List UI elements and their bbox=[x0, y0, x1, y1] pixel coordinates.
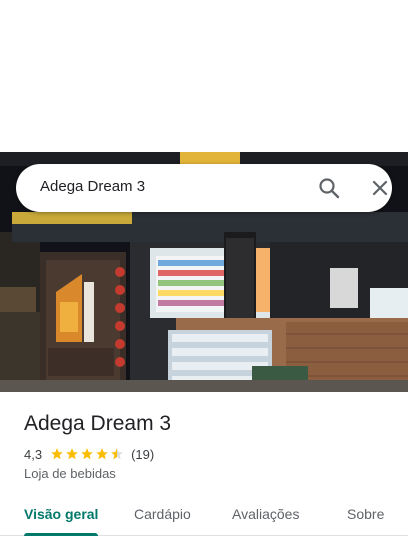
search-icon[interactable] bbox=[318, 177, 340, 199]
map-blank-area bbox=[0, 0, 408, 152]
star-icon bbox=[81, 448, 93, 460]
place-category: Loja de bebidas bbox=[24, 466, 116, 481]
close-icon[interactable] bbox=[370, 178, 390, 198]
tab-bar: Visão geral Cardápio Avaliações Sobre bbox=[0, 498, 408, 536]
search-input[interactable]: Adega Dream 3 bbox=[40, 178, 145, 195]
star-half-icon bbox=[111, 448, 123, 460]
star-icon bbox=[96, 448, 108, 460]
star-icon bbox=[51, 448, 63, 460]
rating-row[interactable]: 4,3 (19) bbox=[24, 445, 154, 463]
place-title: Adega Dream 3 bbox=[24, 412, 172, 435]
tab-reviews[interactable]: Avaliações bbox=[232, 506, 299, 522]
tab-menu[interactable]: Cardápio bbox=[134, 506, 191, 522]
review-count[interactable]: (19) bbox=[131, 447, 154, 462]
star-rating bbox=[50, 447, 125, 461]
tab-about[interactable]: Sobre bbox=[347, 506, 384, 522]
tab-overview[interactable]: Visão geral bbox=[24, 506, 98, 522]
rating-value: 4,3 bbox=[24, 446, 43, 462]
active-tab-indicator bbox=[24, 533, 98, 536]
search-bar[interactable]: Adega Dream 3 bbox=[16, 164, 392, 212]
place-info-panel: Adega Dream 3 4,3 (19) Loja de bebidas V… bbox=[0, 392, 408, 544]
star-icon bbox=[66, 448, 78, 460]
